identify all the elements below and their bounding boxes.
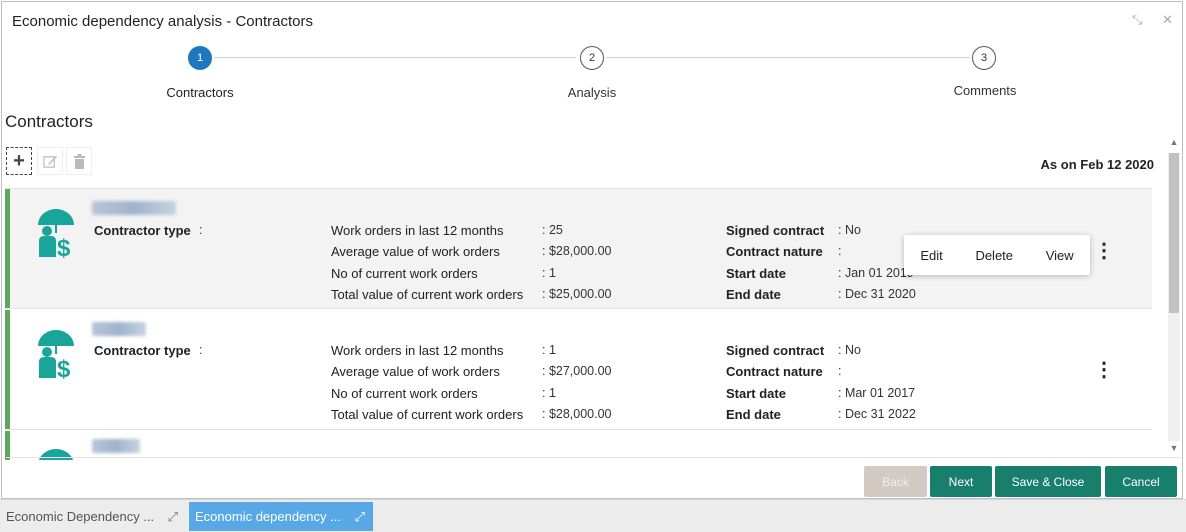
metric-value: : $28,000.00 bbox=[542, 407, 612, 421]
contract-value: : Jan 01 2019 bbox=[838, 266, 914, 280]
contractor-name-redacted bbox=[92, 322, 146, 336]
menu-delete[interactable]: Delete bbox=[975, 248, 1013, 263]
expand-icon[interactable]: ⤢ bbox=[355, 509, 365, 525]
contractor-avatar-icon: $ bbox=[38, 209, 74, 261]
plus-icon: + bbox=[13, 149, 25, 172]
contractor-type-label: Contractor type bbox=[94, 343, 191, 358]
metric-value: : 1 bbox=[542, 386, 556, 400]
contract-label: Contract nature bbox=[726, 364, 823, 379]
metric-label: Average value of work orders bbox=[331, 364, 500, 379]
contract-value: : No bbox=[838, 223, 861, 237]
contract-label: Start date bbox=[726, 266, 786, 281]
back-button[interactable]: Back bbox=[864, 466, 927, 497]
dialog-window: Economic dependency analysis - Contracto… bbox=[1, 1, 1184, 499]
contractor-list: $ Contractor type : Work orders in last … bbox=[5, 188, 1152, 460]
contractor-avatar-icon: $ bbox=[38, 330, 74, 382]
step-3-circle[interactable]: 3 bbox=[972, 46, 996, 70]
contractor-type-value: : bbox=[199, 223, 203, 237]
contract-label: Contract nature bbox=[726, 244, 823, 259]
card-status-bar bbox=[5, 431, 10, 460]
step-1-label[interactable]: Contractors bbox=[130, 85, 270, 100]
step-2-circle[interactable]: 2 bbox=[580, 46, 604, 70]
metric-value: : 25 bbox=[542, 223, 563, 237]
menu-view[interactable]: View bbox=[1046, 248, 1074, 263]
contract-label: End date bbox=[726, 407, 781, 422]
contractor-card[interactable] bbox=[5, 431, 1152, 460]
window-title: Economic dependency analysis - Contracto… bbox=[12, 13, 313, 30]
card-status-bar bbox=[5, 310, 10, 429]
metric-label: No of current work orders bbox=[331, 386, 478, 401]
contractor-type-label: Contractor type bbox=[94, 223, 191, 238]
taskbar-item-label: Economic Dependency ... bbox=[6, 509, 155, 524]
metric-label: Total value of current work orders bbox=[331, 287, 524, 302]
more-actions-icon[interactable]: ⋮ bbox=[1094, 241, 1114, 261]
contractor-card[interactable]: $ Contractor type : Work orders in last … bbox=[5, 310, 1152, 430]
more-actions-icon[interactable]: ⋮ bbox=[1094, 360, 1114, 380]
next-button[interactable]: Next bbox=[930, 466, 992, 497]
scroll-thumb[interactable] bbox=[1169, 153, 1179, 313]
metric-label: Work orders in last 12 months bbox=[331, 223, 504, 238]
scroll-down-icon[interactable]: ▼ bbox=[1168, 443, 1180, 453]
scroll-up-icon[interactable]: ▲ bbox=[1168, 137, 1180, 147]
contract-value: : bbox=[838, 244, 842, 258]
metric-label: Total value of current work orders bbox=[331, 407, 524, 422]
stepper-line bbox=[214, 57, 576, 58]
save-close-button[interactable]: Save & Close bbox=[995, 466, 1101, 497]
contract-value: : Dec 31 2020 bbox=[838, 287, 916, 301]
delete-button[interactable] bbox=[66, 147, 92, 175]
card-status-bar bbox=[5, 189, 10, 308]
step-2-label[interactable]: Analysis bbox=[522, 85, 662, 100]
cancel-button[interactable]: Cancel bbox=[1105, 466, 1177, 497]
contractor-type-value: : bbox=[199, 343, 203, 357]
contract-label: Signed contract bbox=[726, 343, 825, 358]
as-on-date: As on Feb 12 2020 bbox=[1040, 157, 1154, 172]
contract-value: : bbox=[838, 364, 842, 378]
taskbar-item[interactable]: Economic Dependency ... ⤢ bbox=[0, 502, 186, 531]
edit-button[interactable] bbox=[37, 147, 63, 175]
metric-value: : 1 bbox=[542, 343, 556, 357]
metric-value: : 1 bbox=[542, 266, 556, 280]
close-icon[interactable]: ✕ bbox=[1162, 12, 1173, 28]
contract-label: Start date bbox=[726, 386, 786, 401]
list-scrollbar[interactable]: ▲ ▼ bbox=[1168, 137, 1180, 459]
add-button[interactable]: + bbox=[6, 147, 32, 175]
step-3-label[interactable]: Comments bbox=[915, 83, 1055, 98]
footer-divider bbox=[6, 457, 1184, 458]
metric-value: : $25,000.00 bbox=[542, 287, 612, 301]
metric-label: No of current work orders bbox=[331, 266, 478, 281]
contract-label: Signed contract bbox=[726, 223, 825, 238]
taskbar-item-label: Economic dependency ... bbox=[195, 509, 341, 524]
metric-value: : $28,000.00 bbox=[542, 244, 612, 258]
window-taskbar: Economic Dependency ... ⤢ Economic depen… bbox=[0, 499, 1186, 532]
section-title: Contractors bbox=[5, 112, 93, 131]
restore-icon[interactable]: ⤡ bbox=[1132, 12, 1142, 28]
edit-icon bbox=[42, 155, 57, 168]
contract-value: : Dec 31 2022 bbox=[838, 407, 916, 421]
metric-value: : $27,000.00 bbox=[542, 364, 612, 378]
trash-icon bbox=[73, 153, 85, 169]
contractor-name-redacted bbox=[92, 439, 140, 453]
metric-label: Work orders in last 12 months bbox=[331, 343, 504, 358]
metric-label: Average value of work orders bbox=[331, 244, 500, 259]
contract-value: : Mar 01 2017 bbox=[838, 386, 916, 400]
contract-label: End date bbox=[726, 287, 781, 302]
taskbar-item-active[interactable]: Economic dependency ... ⤢ bbox=[189, 502, 373, 531]
svg-text:$: $ bbox=[57, 235, 71, 261]
svg-text:$: $ bbox=[57, 356, 71, 382]
contract-value: : No bbox=[838, 343, 861, 357]
step-1-circle[interactable]: 1 bbox=[188, 46, 212, 70]
row-context-menu: Edit Delete View bbox=[904, 235, 1090, 275]
menu-edit[interactable]: Edit bbox=[920, 248, 942, 263]
stepper-line bbox=[606, 57, 970, 58]
expand-icon[interactable]: ⤢ bbox=[168, 509, 178, 525]
contractor-name-redacted bbox=[92, 201, 176, 215]
